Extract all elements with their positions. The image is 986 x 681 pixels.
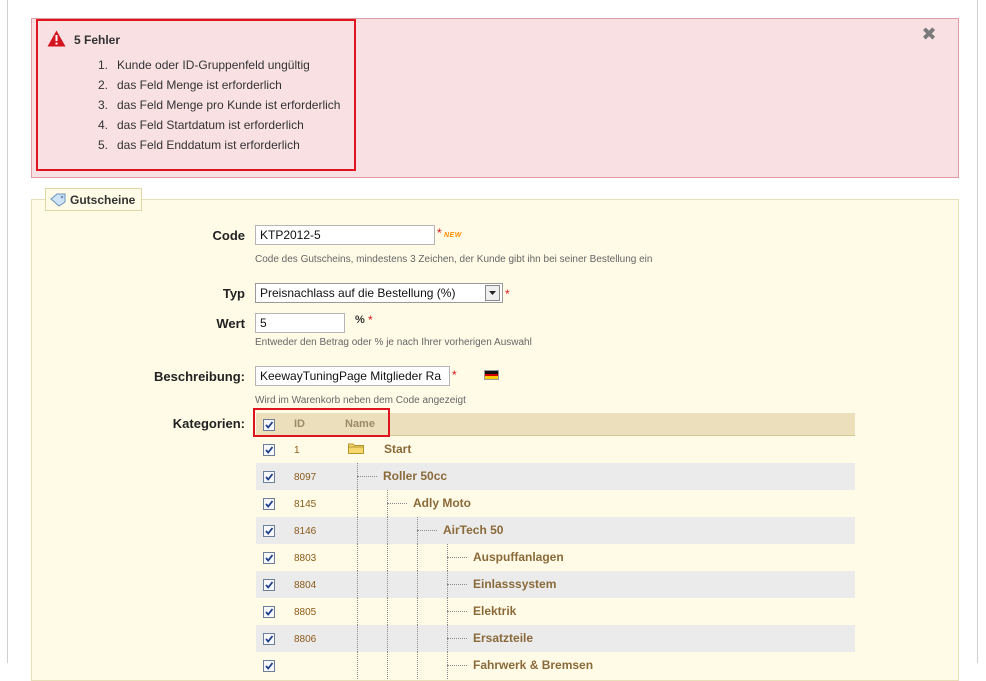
category-id: 8804 [294, 580, 317, 591]
category-checkbox[interactable] [263, 471, 275, 483]
panel-legend-label: Gutscheine [70, 192, 136, 207]
code-hint: Code des Gutscheins, mindestens 3 Zeiche… [255, 254, 653, 265]
german-flag-icon[interactable] [484, 370, 499, 380]
category-name[interactable]: Auspuffanlagen [473, 550, 564, 564]
tree-connector-line [447, 665, 467, 666]
category-id: 8146 [294, 526, 317, 537]
chevron-down-icon[interactable] [485, 285, 500, 301]
typ-label: Typ [222, 286, 245, 301]
tree-connector-line [357, 544, 358, 571]
close-icon[interactable]: ✖ [921, 25, 937, 43]
category-checkbox[interactable] [263, 633, 275, 645]
table-row[interactable]: 8806 Ersatzteile [256, 625, 855, 652]
page-border-right [977, 0, 978, 663]
wert-input[interactable]: 5 [255, 313, 345, 333]
category-id: 8145 [294, 499, 317, 510]
tree-connector-line [417, 530, 437, 531]
beschreibung-required-mark: * [452, 368, 457, 382]
category-name[interactable]: Ersatzteile [473, 631, 533, 645]
new-badge: NEW [444, 232, 462, 239]
tree-connector-line [417, 652, 418, 679]
table-row[interactable]: 8805 Elektrik [256, 598, 855, 625]
tree-connector-line [357, 652, 358, 679]
tree-connector-line [387, 544, 388, 571]
kategorien-label: Kategorien: [172, 416, 245, 431]
beschreibung-hint: Wird im Warenkorb neben dem Code angezei… [255, 395, 466, 406]
category-name[interactable]: AirTech 50 [443, 523, 503, 537]
category-name[interactable]: Elektrik [473, 604, 516, 618]
tree-connector-line [447, 611, 467, 612]
code-required-mark: * [437, 226, 442, 240]
category-id: 8806 [294, 634, 317, 645]
tree-connector-line [417, 625, 418, 652]
wert-label: Wert [216, 316, 245, 331]
category-name[interactable]: Einlasssystem [473, 577, 556, 591]
table-row[interactable]: 8803 Auspuffanlagen [256, 544, 855, 571]
folder-icon [348, 443, 364, 454]
tree-connector-line [357, 517, 358, 544]
category-name[interactable]: Adly Moto [413, 496, 471, 510]
category-id: 8803 [294, 553, 317, 564]
tree-connector-line [387, 503, 407, 504]
code-input[interactable]: KTP2012-5 [255, 225, 435, 245]
tree-connector-line [417, 598, 418, 625]
table-row[interactable]: 8146 AirTech 50 [256, 517, 855, 544]
tree-connector-line [357, 571, 358, 598]
error-item: 3. das Feld Menge pro Kunde ist erforderl… [98, 98, 341, 112]
error-item: 2. das Feld Menge ist erforderlich [98, 78, 282, 92]
tree-connector-line [447, 584, 467, 585]
category-checkbox[interactable] [263, 525, 275, 537]
error-item: 1. Kunde oder ID-Gruppenfeld ungültig [98, 58, 310, 72]
error-list: 1. Kunde oder ID-Gruppenfeld ungültig 2. d… [98, 58, 340, 158]
warning-icon [47, 30, 66, 47]
page-border-left [7, 0, 8, 663]
tree-connector-line [387, 652, 388, 679]
table-row[interactable]: 8097 Roller 50cc [256, 463, 855, 490]
tree-connector-line [447, 638, 467, 639]
table-row[interactable]: Fahrwerk & Bremsen [256, 652, 855, 679]
category-id: 1 [294, 445, 300, 456]
table-row[interactable]: 8145 Adly Moto [256, 490, 855, 517]
tree-connector-line [417, 571, 418, 598]
typ-required-mark: * [505, 287, 510, 301]
error-item: 4. das Feld Startdatum ist erforderlich [98, 118, 304, 132]
tree-connector-line [447, 557, 467, 558]
tree-connector-line [387, 517, 388, 544]
category-checkbox[interactable] [263, 606, 275, 618]
table-row[interactable]: 8804 Einlasssystem [256, 571, 855, 598]
typ-select-value: Preisnachlass auf die Bestellung (%) [260, 286, 456, 300]
tree-connector-line [357, 598, 358, 625]
category-tree-table: ID Name 1 Start 8097 Roller 50cc 8145 Ad… [256, 413, 855, 679]
typ-select[interactable]: Preisnachlass auf die Bestellung (%) [255, 283, 503, 303]
category-id: 8805 [294, 607, 317, 618]
category-checkbox[interactable] [263, 498, 275, 510]
beschreibung-input[interactable]: KeewayTuningPage Mitglieder Ra [255, 366, 450, 386]
table-row[interactable]: 1 Start [256, 436, 855, 463]
tree-connector-line [387, 625, 388, 652]
tag-icon [50, 193, 66, 207]
tree-connector-line [357, 476, 377, 477]
category-header-highlight-frame [253, 408, 390, 437]
code-label: Code [212, 228, 246, 243]
category-checkbox[interactable] [263, 660, 275, 672]
beschreibung-label: Beschreibung: [153, 369, 245, 384]
tree-connector-line [357, 490, 358, 517]
tree-connector-line [387, 598, 388, 625]
error-item: 5. das Feld Enddatum ist erforderlich [98, 138, 300, 152]
tree-connector-line [417, 544, 418, 571]
category-checkbox[interactable] [263, 552, 275, 564]
category-id: 8097 [294, 472, 317, 483]
category-checkbox[interactable] [263, 444, 275, 456]
error-title: 5 Fehler [74, 33, 121, 47]
wert-unit: % [355, 314, 365, 326]
category-name[interactable]: Start [384, 442, 411, 456]
category-name[interactable]: Roller 50cc [383, 469, 447, 483]
wert-required-mark: * [368, 313, 373, 327]
tree-connector-line [357, 625, 358, 652]
category-name[interactable]: Fahrwerk & Bremsen [473, 658, 593, 672]
tree-connector-line [387, 571, 388, 598]
category-checkbox[interactable] [263, 579, 275, 591]
panel-legend: Gutscheine [45, 188, 143, 211]
wert-hint: Entweder den Betrag oder % je nach Ihrer… [255, 337, 532, 348]
